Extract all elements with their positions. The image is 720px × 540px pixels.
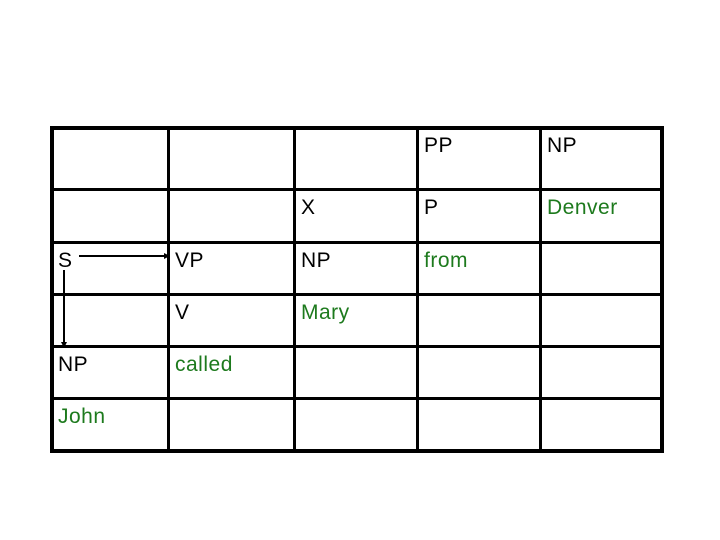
arrowhead-right-icon (164, 253, 170, 259)
arrowhead-down-icon (61, 342, 67, 348)
arrow-layer (61, 253, 170, 348)
arrow-s-to-vp (79, 253, 170, 259)
arrow-s-to-np (61, 270, 67, 348)
